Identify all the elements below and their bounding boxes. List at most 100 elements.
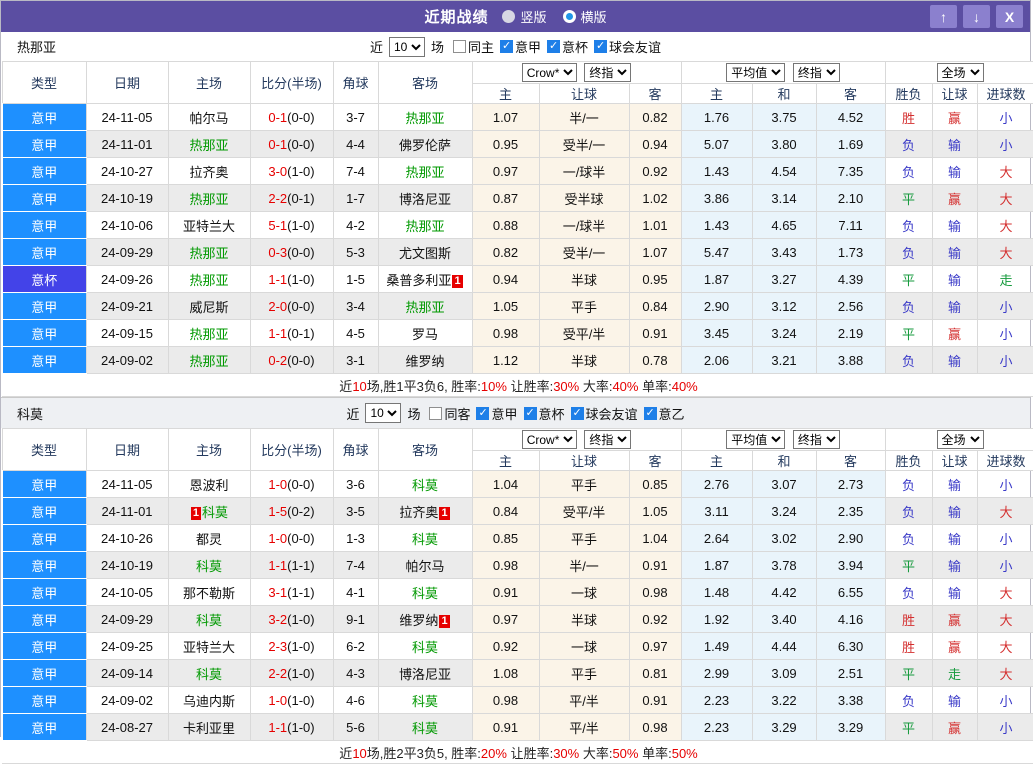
team-cell: 热那亚 [167,184,251,212]
avg-odds-cell: 3.11 [680,497,753,525]
avg-odds-cell: 3.24 [751,319,817,347]
fulltime-score: 1-0 [268,476,288,492]
odds-index-select[interactable]: 终指 [584,430,632,449]
fulltime-score: 5-1 [268,217,288,233]
odds-cell: 平手 [538,292,630,320]
team-name: 科莫 [195,666,222,682]
league-checkbox[interactable] [547,39,561,53]
odds-cell: 1.04 [471,470,540,498]
avg-odds-cell: 7.11 [815,211,886,239]
team-cell: 热那亚 [377,103,473,131]
league-checkbox[interactable] [643,406,657,420]
col-header-away: 客场 [377,428,473,471]
date-cell: 24-10-26 [85,524,169,552]
league-checkbox[interactable] [523,406,537,420]
odds-group-header: Crow* 终指 [471,61,682,84]
same-venue-checkbox[interactable] [429,406,443,420]
halftime-score: (0-2) [287,503,315,519]
odds-company-select[interactable]: Crow* [521,430,577,449]
team-cell: 帕尔马 [167,103,251,131]
team-name: 科莫 [411,720,438,736]
summary-text: 场,胜1平3负6, 胜率: [366,378,481,394]
promotion-badge: 1 [190,506,202,520]
avg-odds-cell: 6.30 [815,632,886,660]
col-header-draw: 和 [751,83,817,104]
team-cell: 维罗纳 1 [377,605,473,633]
recent-count-select[interactable]: 10 [365,403,402,423]
summary-text: 场,胜2平3负5, 胜率: [366,745,481,761]
average-select[interactable]: 平均值 [726,63,786,82]
table-row: 意甲 24-10-06 亚特兰大 5-1(1-0) 4-2 热那亚 0.88 一/球半 1.01… [1,211,1033,239]
odds-cell: 1.07 [628,238,682,266]
scope-select[interactable]: 全场 [936,63,984,82]
move-down-button[interactable]: ↓ [963,5,990,28]
same-venue-checkbox[interactable] [452,40,466,53]
result-cell: 小 [976,470,1033,498]
average-index-select[interactable]: 终指 [792,430,840,449]
result-cell: 输 [931,346,978,374]
col-header-winlose: 胜负 [884,83,933,104]
halftime-score: (1-0) [287,638,315,654]
score-cell: 0-1(0-0) [249,103,334,131]
league-cell: 意甲 [1,686,87,714]
vertical-layout-radio[interactable]: 竖版 [502,7,547,26]
close-button[interactable]: X [996,5,1023,28]
date-cell: 24-09-29 [85,605,169,633]
league-checkbox[interactable] [476,406,490,420]
score-cell: 3-1(1-1) [249,578,334,606]
odds-index-select[interactable]: 终指 [584,63,632,82]
odds-company-select[interactable]: Crow* [521,63,577,82]
result-cell: 大 [976,238,1033,266]
result-cell: 负 [884,470,933,498]
avg-odds-cell: 3.29 [815,713,886,741]
team-cell: 佛罗伦萨 [377,130,473,158]
avg-odds-cell: 3.29 [751,713,817,741]
halftime-score: (0-1) [287,190,315,206]
promotion-badge: 1 [439,614,450,628]
corner-cell: 3-7 [332,103,379,131]
corner-cell: 1-3 [332,524,379,552]
league-cell: 意甲 [1,713,87,741]
near-label: 近 [369,40,383,55]
average-select[interactable]: 平均值 [726,430,786,449]
odds-cell: 0.97 [471,605,540,633]
result-cell: 平 [884,713,933,741]
odds-cell: 0.84 [628,292,682,320]
avg-odds-cell: 3.07 [751,470,817,498]
odds-cell: 一/球半 [538,157,630,185]
summary-text: 大率: [579,745,613,761]
team-cell: 热那亚 [167,319,251,347]
table-row: 意甲 24-10-26 都灵 1-0(0-0) 1-3 科莫 0.85 平手 1.04 2.64 3… [1,524,1033,552]
result-cell: 大 [976,659,1033,687]
halftime-score: (1-0) [287,719,315,735]
avg-odds-cell: 2.23 [680,713,753,741]
recent-count-select[interactable]: 10 [388,36,425,57]
avg-odds-cell: 2.64 [680,524,753,552]
date-cell: 24-11-01 [85,497,169,525]
avg-odds-cell: 6.55 [815,578,886,606]
summary-text: 10 [352,745,367,761]
col-header-draw: 和 [751,450,817,471]
league-checkbox[interactable] [500,39,513,53]
team-name: 热那亚 [189,191,229,207]
average-index-select[interactable]: 终指 [792,63,840,82]
team-name: 科莫 [411,531,438,547]
team-name: 科莫 [411,585,438,601]
league-checkbox[interactable] [570,406,584,420]
league-cell: 意甲 [1,470,87,498]
halftime-score: (1-0) [287,271,315,287]
league-checkbox[interactable] [594,39,608,53]
odds-cell: 0.87 [471,184,540,212]
score-cell: 1-1(1-0) [249,265,334,293]
horizontal-layout-radio[interactable]: 横版 [562,7,607,26]
result-cell: 走 [976,265,1033,293]
col-header-host: 主 [680,450,753,471]
odds-cell: 平手 [538,659,630,687]
scope-select[interactable]: 全场 [936,430,984,449]
result-cell: 输 [931,578,978,606]
move-up-button[interactable]: ↑ [930,5,957,28]
halftime-score: (0-0) [287,136,315,152]
near-label: 近 [346,406,360,422]
team-name: 博洛尼亚 [398,666,451,682]
average-group-header: 平均值 终指 [680,61,886,84]
